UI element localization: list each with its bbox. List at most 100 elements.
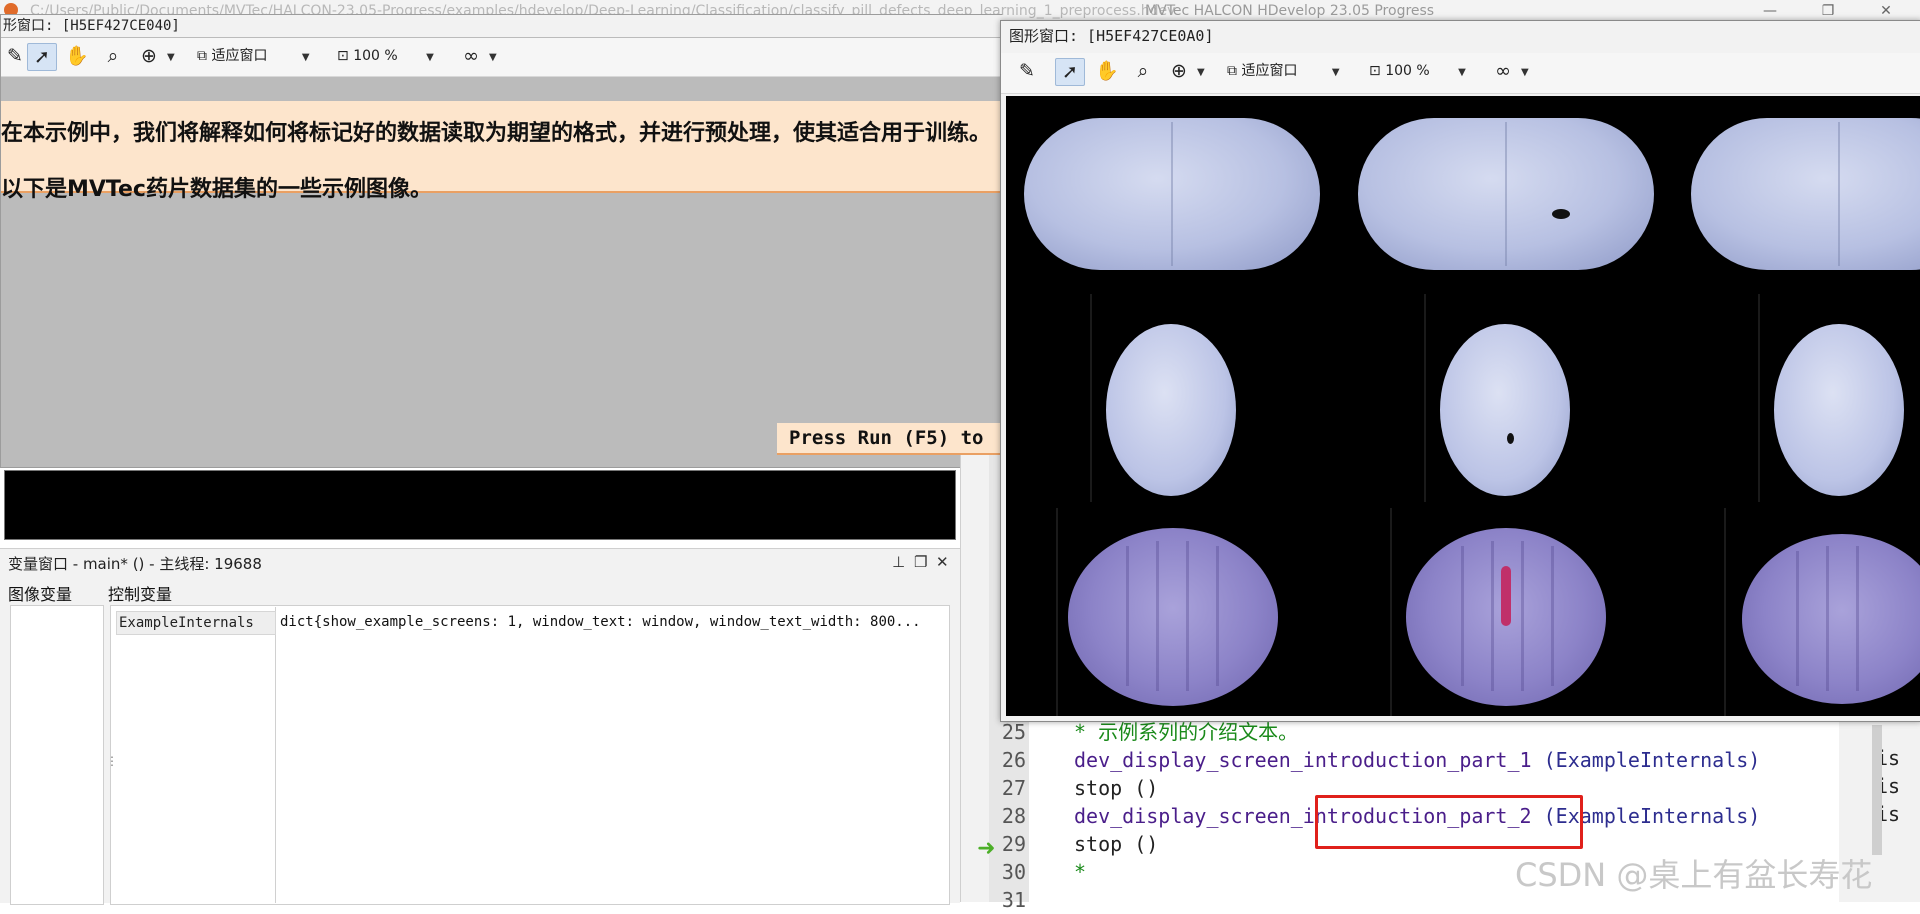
select-pointer-icon[interactable]: ➚ <box>27 43 57 71</box>
pin-icon[interactable]: ⊥ <box>892 553 905 571</box>
csdn-watermark: CSDN @桌上有盆长寿花 <box>1515 856 1873 894</box>
pill-groove <box>1216 546 1219 686</box>
zoom-percent-dropdown[interactable]: ⊡ 100 % ▼ <box>337 43 434 69</box>
fit-window-dropdown[interactable]: ⧉ 适应窗口 ▼ <box>197 43 310 69</box>
zoom-percent-value: 100 % <box>1385 63 1430 79</box>
tile-border <box>1758 294 1760 502</box>
line-number: 31 <box>1001 888 1026 912</box>
pill-contamination-mark <box>1501 566 1511 626</box>
procedure-name: dev_display_screen_introduction_part_1 <box>1074 748 1532 772</box>
capsule-seam <box>1505 122 1507 266</box>
draw-menu-chevron-icon[interactable]: ▼ <box>1521 58 1529 84</box>
operator-text: stop () <box>1074 776 1159 800</box>
chevron-down-icon: ▼ <box>1331 67 1340 78</box>
image-variables-panel <box>10 605 104 905</box>
zoom-menu-chevron-icon[interactable]: ▼ <box>167 43 175 69</box>
draw-shape-icon[interactable]: ∞ <box>1489 58 1517 84</box>
zoom-menu-chevron-icon[interactable]: ▼ <box>1197 58 1205 84</box>
pill-defect-spot <box>1507 433 1514 444</box>
round-pill-image <box>1106 324 1236 496</box>
line-number: 30 <box>1001 860 1026 884</box>
capsule-pill-image <box>1691 118 1920 270</box>
close-icon[interactable]: ✕ <box>936 553 949 571</box>
float-window-icon[interactable]: ❐ <box>914 553 927 571</box>
capsule-seam <box>1171 122 1173 266</box>
press-run-hint: Press Run (F5) to <box>777 423 1019 455</box>
pill-sample-image-grid[interactable] <box>1006 96 1920 716</box>
speckled-pill-image <box>1068 528 1278 706</box>
close-button[interactable]: ✕ <box>1866 0 1906 22</box>
graphics-window-right-title: 图形窗口: [H5EF427CE0A0] <box>1009 27 1214 45</box>
app-title: MVTec HALCON HDevelop 23.05 Progress <box>1145 3 1435 19</box>
pill-groove <box>1126 546 1129 686</box>
control-variables-panel <box>110 605 950 905</box>
chevron-down-icon: ▼ <box>1458 67 1466 78</box>
operator-text: stop () <box>1074 832 1159 856</box>
clear-brush-icon[interactable]: ✎ <box>1 43 29 69</box>
line-number: 25 <box>1001 720 1026 744</box>
code-line-26[interactable]: 26 dev_display_screen_introduction_part_… <box>960 746 1860 774</box>
zoom-box-icon: ⊡ <box>1369 63 1381 79</box>
pill-groove <box>1826 546 1829 691</box>
procedure-args: (ExampleInternals) <box>1543 748 1761 772</box>
maximize-button[interactable]: ❐ <box>1808 0 1848 22</box>
tile-border <box>1724 508 1726 716</box>
tab-image-variables[interactable]: 图像变量 <box>8 581 72 605</box>
column-divider <box>275 607 276 903</box>
fit-window-icon: ⧉ <box>197 48 207 64</box>
graphics-window-left-title: 形窗口: [H5EF427CE040] <box>1 15 1003 37</box>
zoom-in-icon[interactable]: ⊕ <box>1165 58 1193 84</box>
intro-line-2: 以下是MVTec药片数据集的一些示例图像。 <box>1 177 432 202</box>
pan-hand-icon[interactable]: ✋ <box>63 43 91 69</box>
tile-border <box>1390 508 1392 716</box>
intro-text-banner: 在本示例中，我们将解释如何将标记好的数据读取为期望的格式，并进行预处理，使其适合… <box>1 101 1001 202</box>
pill-defect-spot <box>1552 209 1570 219</box>
intro-line-1: 在本示例中，我们将解释如何将标记好的数据读取为期望的格式，并进行预处理，使其适合… <box>1 121 992 146</box>
magnify-icon[interactable]: ⌕ <box>1129 58 1157 84</box>
fit-window-label: 适应窗口 <box>1241 63 1298 79</box>
zoom-in-icon[interactable]: ⊕ <box>135 43 163 69</box>
fit-window-dropdown[interactable]: ⧉ 适应窗口 ▼ <box>1227 58 1340 84</box>
line-number: 27 <box>1001 776 1026 800</box>
clear-brush-icon[interactable]: ✎ <box>1013 58 1041 84</box>
pill-groove <box>1551 546 1554 686</box>
variable-name-cell[interactable]: ExampleInternals <box>116 611 276 635</box>
fit-window-icon: ⧉ <box>1227 63 1237 79</box>
pill-groove <box>1521 541 1524 691</box>
graphics-window-left: 形窗口: [H5EF427CE040] ✎ ➚ ✋ ⌕ ⊕ ▼ ⧉ 适应窗口 ▼… <box>0 14 1019 468</box>
pill-groove <box>1856 546 1859 691</box>
pill-groove <box>1796 551 1799 686</box>
select-pointer-icon[interactable]: ➚ <box>1055 58 1085 86</box>
tile-border <box>1424 294 1426 502</box>
tile-border <box>1090 294 1092 502</box>
black-output-area <box>4 470 956 540</box>
annotation-highlight-box <box>1315 795 1583 849</box>
graphics-window-right: 图形窗口: [H5EF427CE0A0] ✎ ➚ ✋ ⌕ ⊕ ▼ ⧉ 适应窗口 … <box>1000 20 1920 722</box>
code-line-25[interactable]: 25 * 示例系列的介绍文本。 <box>960 718 1860 746</box>
pill-groove <box>1186 541 1189 691</box>
graphics-window-right-toolbar: ✎ ➚ ✋ ⌕ ⊕ ▼ ⧉ 适应窗口 ▼ ⊡ 100 % ▼ ∞ ▼ <box>1001 53 1920 94</box>
speckled-pill-image <box>1742 534 1920 704</box>
chevron-down-icon: ▼ <box>426 52 434 63</box>
minimize-button[interactable]: — <box>1750 0 1790 22</box>
magnify-icon[interactable]: ⌕ <box>99 43 127 69</box>
round-pill-image <box>1440 324 1570 496</box>
variable-value-cell[interactable]: dict{show_example_screens: 1, window_tex… <box>280 611 945 633</box>
chevron-down-icon: ▼ <box>301 52 310 63</box>
fit-window-label: 适应窗口 <box>211 48 268 64</box>
variable-window-title: 变量窗口 - main* () - 主线程: 19688 <box>8 555 262 573</box>
pill-groove <box>1156 541 1159 691</box>
zoom-percent-dropdown[interactable]: ⊡ 100 % ▼ <box>1369 58 1466 84</box>
pill-groove <box>1491 541 1494 691</box>
editor-scrollbar[interactable] <box>1872 725 1882 855</box>
zoom-box-icon: ⊡ <box>337 48 349 64</box>
splitter-handle[interactable]: ⋮ <box>106 754 118 768</box>
comment-text: * 示例系列的介绍文本。 <box>1074 720 1299 744</box>
draw-menu-chevron-icon[interactable]: ▼ <box>489 43 497 69</box>
draw-shape-icon[interactable]: ∞ <box>457 43 485 69</box>
graphics-window-left-toolbar: ✎ ➚ ✋ ⌕ ⊕ ▼ ⧉ 适应窗口 ▼ ⊡ 100 % ▼ ∞ ▼ <box>1 38 1001 77</box>
pan-hand-icon[interactable]: ✋ <box>1093 58 1121 84</box>
pill-groove <box>1461 546 1464 686</box>
round-pill-image <box>1774 324 1904 496</box>
tab-control-variables[interactable]: 控制变量 <box>108 581 172 605</box>
